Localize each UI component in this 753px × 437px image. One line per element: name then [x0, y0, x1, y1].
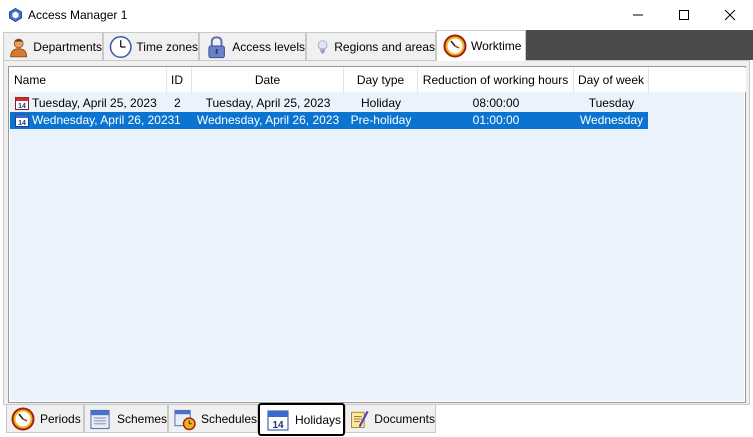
tab-time-zones-label: Time zones: [136, 39, 198, 54]
holidays-calendar-icon: 14: [267, 410, 289, 431]
tab-periods-label: Periods: [40, 411, 81, 426]
row-id: 1: [174, 113, 181, 127]
row-reduction: 01:00:00: [472, 113, 520, 127]
svg-text:14: 14: [18, 120, 26, 127]
minimize-button[interactable]: [615, 0, 661, 30]
column-header-day-of-week[interactable]: Day of week: [574, 68, 649, 92]
column-header-reduction[interactable]: Reduction of working hours: [418, 68, 574, 92]
column-header-day-type[interactable]: Day type: [344, 68, 418, 92]
row-id: 2: [174, 96, 181, 110]
tab-regions-and-areas-label: Regions and areas: [334, 39, 435, 54]
column-header-id[interactable]: ID: [167, 68, 192, 92]
pre-holiday-calendar-icon: 14: [15, 114, 29, 127]
tab-regions-and-areas[interactable]: Regions and areas: [306, 32, 436, 60]
table-row[interactable]: 14 Wednesday, April 26, 2023 1 Wednesday…: [10, 112, 648, 129]
tab-schemes[interactable]: Schemes: [84, 405, 168, 433]
minimize-icon: [633, 14, 643, 16]
row-name: Tuesday, April 25, 2023: [32, 96, 157, 110]
tab-worktime[interactable]: Worktime: [436, 30, 526, 61]
lightbulb-icon: [317, 39, 328, 53]
periods-clock-icon: [11, 407, 35, 430]
column-header-name[interactable]: Name: [10, 68, 167, 92]
list-area: Name ID Date Day type Reduction of worki…: [10, 68, 746, 401]
table-row[interactable]: 14 Tuesday, April 25, 2023 2 Tuesday, Ap…: [10, 95, 648, 112]
tab-worktime-label: Worktime: [471, 39, 522, 53]
schemes-calendar-icon: [90, 409, 110, 429]
worktime-clock-icon: [443, 34, 467, 58]
row-reduction: 08:00:00: [472, 96, 520, 110]
tab-documents[interactable]: Documents: [345, 405, 436, 433]
row-date: Wednesday, April 26, 2023: [196, 113, 340, 127]
tab-schedules[interactable]: Schedules: [168, 405, 258, 433]
tab-schemes-label: Schemes: [116, 411, 167, 426]
list-header: Name ID Date Day type Reduction of worki…: [10, 68, 746, 92]
row-day-type: Holiday: [360, 96, 402, 110]
svg-text:14: 14: [18, 103, 26, 110]
tab-strip-filler: [526, 30, 753, 60]
row-day-of-week: Wednesday: [579, 113, 644, 127]
close-button[interactable]: [707, 0, 753, 30]
tab-departments[interactable]: Departments: [3, 32, 103, 60]
row-day-of-week: Tuesday: [588, 96, 635, 110]
lock-icon: [208, 35, 225, 58]
svg-text:14: 14: [272, 420, 284, 431]
app-icon: [9, 8, 22, 22]
tab-periods[interactable]: Periods: [6, 405, 84, 433]
person-icon: [10, 38, 28, 57]
tab-access-levels[interactable]: Access levels: [199, 32, 306, 60]
maximize-button[interactable]: [661, 0, 707, 30]
tab-holidays[interactable]: 14 Holidays: [258, 403, 345, 436]
tab-schedules-label: Schedules: [200, 411, 257, 426]
clock-icon: [109, 35, 132, 58]
title-bar: Access Manager 1: [0, 0, 753, 30]
schedules-calendar-icon: [174, 409, 196, 430]
holiday-calendar-icon: 14: [15, 97, 29, 110]
row-date: Tuesday, April 25, 2023: [205, 96, 331, 110]
window-title: Access Manager 1: [28, 8, 128, 22]
maximize-icon: [679, 10, 689, 20]
tab-holidays-label: Holidays: [295, 412, 342, 427]
worktime-panel: Name ID Date Day type Reduction of worki…: [3, 60, 750, 405]
holidays-list[interactable]: Name ID Date Day type Reduction of worki…: [8, 66, 746, 403]
row-name: Wednesday, April 26, 2023: [32, 113, 175, 127]
tab-time-zones[interactable]: Time zones: [103, 32, 199, 60]
tab-access-levels-label: Access levels: [232, 39, 305, 54]
tab-documents-label: Documents: [374, 411, 435, 426]
documents-icon: [351, 410, 369, 428]
close-icon: [724, 9, 736, 21]
tab-departments-label: Departments: [33, 39, 102, 54]
column-header-date[interactable]: Date: [192, 68, 344, 92]
row-day-type: Pre-holiday: [350, 113, 412, 127]
